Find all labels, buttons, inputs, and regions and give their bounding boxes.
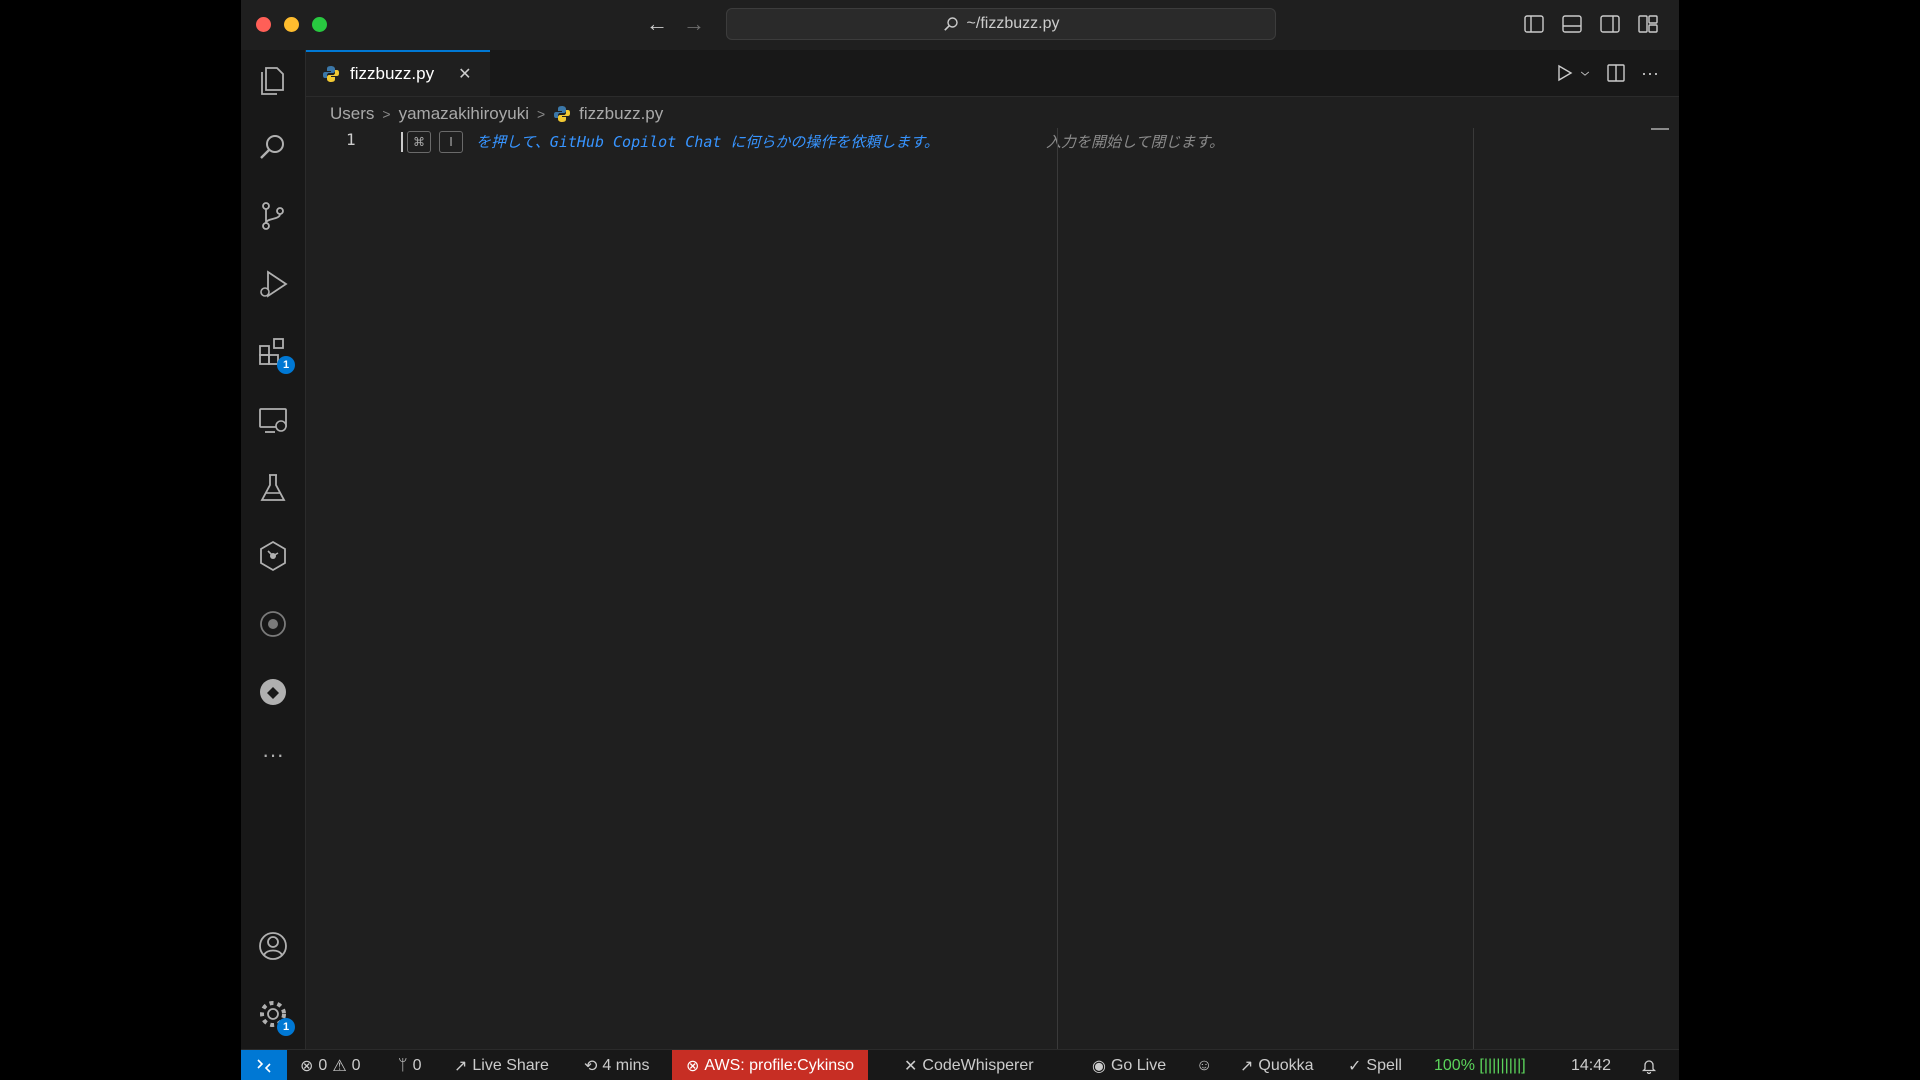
- breadcrumb-users[interactable]: Users: [330, 104, 374, 124]
- quokka-icon: ↗: [1240, 1057, 1254, 1075]
- line-number: 1: [346, 130, 356, 149]
- time-tracker-label: 4 mins: [602, 1056, 650, 1074]
- aws-profile-label: AWS: profile:Cykinso: [704, 1056, 855, 1074]
- close-x-icon: ✕: [904, 1057, 918, 1075]
- github-copilot-icon[interactable]: [255, 606, 291, 642]
- testing-icon[interactable]: [255, 470, 291, 506]
- layout-controls: [1523, 13, 1659, 35]
- time-tracker[interactable]: ⟲ 4 mins: [584, 1050, 650, 1080]
- check-icon: ✓: [1348, 1057, 1362, 1075]
- problems-indicator[interactable]: ⊗ 0 ⚠ 0: [300, 1050, 361, 1080]
- battery-status: 100% [|||||||||]: [1434, 1050, 1526, 1080]
- ruler-120: [1473, 128, 1474, 1049]
- tab-label: fizzbuzz.py: [350, 64, 435, 83]
- text-cursor: [401, 132, 403, 152]
- chevron-down-icon[interactable]: [1579, 62, 1591, 84]
- quokka-label: Quokka: [1258, 1056, 1314, 1074]
- gitlens-icon[interactable]: [255, 538, 291, 574]
- search-icon: [943, 17, 958, 31]
- error-icon: ⊗: [300, 1057, 314, 1075]
- tab-bar: fizzbuzz.py ✕ ···: [306, 50, 1679, 97]
- toggle-panel-icon[interactable]: [1561, 13, 1583, 35]
- remote-indicator-icon[interactable]: [241, 1050, 287, 1080]
- title-bar: ← → ~/fizzbuzz.py: [241, 0, 1679, 51]
- forward-arrow-icon[interactable]: →: [683, 10, 705, 38]
- extensions-badge: 1: [277, 356, 295, 374]
- search-icon[interactable]: [255, 130, 291, 166]
- command-center-label: ~/fizzbuzz.py: [966, 15, 1060, 32]
- breadcrumb-file[interactable]: fizzbuzz.py: [579, 104, 663, 124]
- close-window-button[interactable]: [256, 17, 271, 32]
- codewhisperer-status[interactable]: ✕ CodeWhisperer: [904, 1050, 1034, 1080]
- explorer-icon[interactable]: [255, 62, 291, 98]
- history-icon: ⟲: [584, 1057, 598, 1075]
- activity-bar: 1 ··· 1: [241, 50, 306, 1049]
- minimize-window-button[interactable]: [284, 17, 299, 32]
- toggle-primary-sidebar-icon[interactable]: [1523, 13, 1545, 35]
- live-share-icon[interactable]: [255, 674, 291, 710]
- i-key-icon: I: [439, 131, 463, 153]
- toggle-secondary-sidebar-icon[interactable]: [1599, 13, 1621, 35]
- live-share-arrow-icon: ↗: [454, 1057, 468, 1075]
- chevron-right-icon: >: [382, 106, 391, 122]
- broadcast-icon: ◉: [1092, 1057, 1106, 1075]
- quokka-status[interactable]: ↗ Quokka: [1240, 1050, 1314, 1080]
- spell-label: Spell: [1366, 1056, 1402, 1074]
- tab-fizzbuzz[interactable]: fizzbuzz.py ✕: [306, 50, 490, 96]
- minimap[interactable]: [1651, 128, 1669, 130]
- breadcrumb-user-folder[interactable]: yamazakihiroyuki: [399, 104, 529, 124]
- manage-badge: 1: [277, 1018, 295, 1036]
- notifications-bell-icon[interactable]: [1641, 1050, 1657, 1080]
- ports-count: 0: [412, 1056, 422, 1074]
- live-share-label: Live Share: [472, 1056, 549, 1074]
- split-editor-icon[interactable]: [1605, 62, 1627, 84]
- back-arrow-icon[interactable]: ←: [646, 10, 668, 38]
- aws-profile-status[interactable]: ⊗ AWS: profile:Cykinso: [672, 1050, 869, 1080]
- python-icon: [554, 106, 571, 122]
- maximize-window-button[interactable]: [312, 17, 327, 32]
- code-editor[interactable]: 1 ⌘ I を押して、GitHub Copilot Chat に何らかの操作を依…: [306, 128, 1679, 1049]
- more-icon[interactable]: ···: [255, 740, 291, 776]
- source-control-icon[interactable]: [255, 198, 291, 234]
- status-bar: ⊗ 0 ⚠ 0 ᛘ 0 ↗ Live Share ⟲ 4 mins ⊗ AWS:…: [241, 1049, 1679, 1080]
- customize-layout-icon[interactable]: [1637, 13, 1659, 35]
- go-live-label: Go Live: [1110, 1056, 1167, 1074]
- go-live-status[interactable]: ◉ Go Live: [1092, 1050, 1166, 1080]
- run-and-debug-icon[interactable]: [255, 266, 291, 302]
- vscode-window: ← → ~/fizzbuzz.py 1 ··· 1 fizzbuzz.py ✕ …: [241, 0, 1679, 1080]
- python-icon: [323, 66, 339, 82]
- error-circle-icon: ⊗: [686, 1057, 700, 1075]
- manage-gear-icon[interactable]: 1: [255, 996, 295, 1036]
- copilot-chat-hint: を押して、GitHub Copilot Chat に何らかの操作を依頼します。: [476, 133, 939, 151]
- dismiss-hint: 入力を開始して閉じます。: [1046, 133, 1225, 151]
- battery-label: 100% [|||||||||]: [1434, 1056, 1526, 1074]
- close-tab-icon[interactable]: ✕: [458, 64, 471, 84]
- extensions-icon[interactable]: 1: [255, 334, 295, 374]
- command-key-icon: ⌘: [407, 131, 431, 153]
- more-actions-icon[interactable]: ···: [1641, 63, 1659, 84]
- live-share-status[interactable]: ↗ Live Share: [454, 1050, 549, 1080]
- breadcrumb: Users > yamazakihiroyuki > fizzbuzz.py: [330, 100, 663, 128]
- chevron-right-icon: >: [536, 106, 546, 122]
- antenna-icon: ᛘ: [398, 1056, 408, 1074]
- warning-count: 0: [351, 1056, 361, 1074]
- codewhisperer-label: CodeWhisperer: [922, 1056, 1034, 1074]
- spell-status[interactable]: ✓ Spell: [1348, 1050, 1402, 1080]
- copilot-status-icon[interactable]: ☺: [1196, 1050, 1212, 1080]
- clock-label: 14:42: [1571, 1056, 1612, 1074]
- ruler-80: [1057, 128, 1058, 1049]
- warning-icon: ⚠: [332, 1057, 347, 1075]
- run-python-file-icon[interactable]: [1553, 62, 1575, 84]
- command-center[interactable]: ~/fizzbuzz.py: [726, 8, 1276, 40]
- ports-indicator[interactable]: ᛘ 0: [398, 1050, 422, 1080]
- editor-actions: ···: [1553, 62, 1659, 84]
- error-count: 0: [318, 1056, 328, 1074]
- accounts-icon[interactable]: [255, 928, 291, 964]
- clock: 14:42: [1571, 1050, 1611, 1080]
- remote-explorer-icon[interactable]: [255, 402, 291, 438]
